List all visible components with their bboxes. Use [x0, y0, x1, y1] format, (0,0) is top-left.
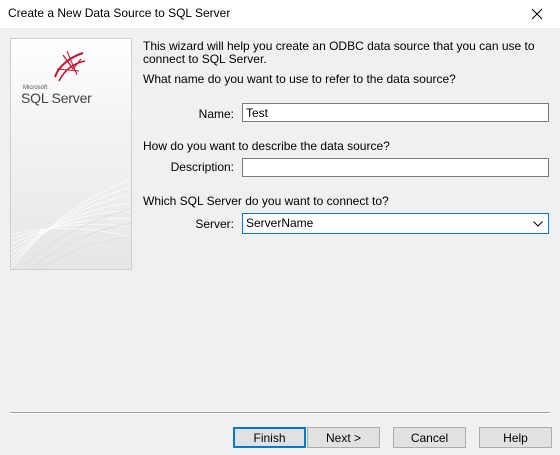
sql-server-logo-icon — [54, 50, 86, 82]
description-input[interactable] — [242, 158, 549, 177]
server-question: Which SQL Server do you want to connect … — [143, 194, 389, 208]
name-question: What name do you want to use to refer to… — [143, 72, 456, 86]
name-label: Name: — [198, 107, 234, 121]
logo-product-text: SQL Server — [21, 90, 92, 106]
server-combobox[interactable]: ServerName — [242, 213, 549, 234]
title-bar: Create a New Data Source to SQL Server — [0, 0, 560, 28]
help-button[interactable]: Help — [479, 427, 552, 448]
server-value: ServerName — [246, 216, 314, 230]
close-icon — [531, 8, 543, 20]
finish-button[interactable]: Finish — [233, 427, 306, 448]
banner-decoration — [11, 178, 131, 269]
wizard-banner: Microsoft SQL Server — [10, 38, 132, 270]
description-question: How do you want to describe the data sou… — [143, 139, 390, 153]
chevron-down-icon[interactable] — [531, 217, 545, 231]
footer-divider — [10, 412, 550, 414]
window-title: Create a New Data Source to SQL Server — [8, 6, 231, 20]
next-button[interactable]: Next > — [307, 427, 380, 448]
name-input[interactable] — [242, 103, 549, 122]
intro-text: This wizard will help you create an ODBC… — [143, 39, 535, 66]
dialog-window: Create a New Data Source to SQL Server M… — [0, 0, 560, 455]
server-label: Server: — [195, 217, 234, 231]
cancel-button[interactable]: Cancel — [393, 427, 466, 448]
description-label: Description: — [170, 160, 234, 174]
close-button[interactable] — [514, 0, 560, 28]
